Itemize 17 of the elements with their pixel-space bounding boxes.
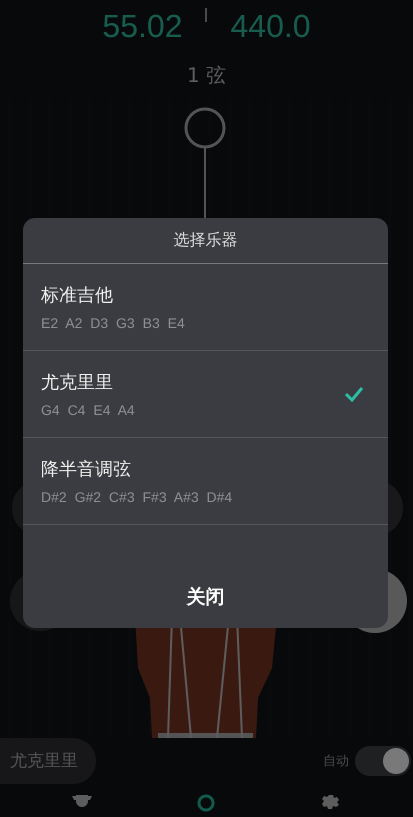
dialog-title: 选择乐器	[174, 230, 238, 251]
instrument-option[interactable]: 标准吉他 E2 A2 D3 G3 B3 E4	[23, 264, 388, 351]
auto-label: 自动	[323, 752, 349, 770]
instrument-name: 标准吉他	[41, 284, 114, 307]
tuning-notes: G4 C4 E4 A4	[41, 402, 135, 418]
auto-toggle[interactable]	[355, 746, 411, 776]
instrument-name: 尤克里里	[41, 371, 114, 394]
instrument-name: 降半音调弦	[41, 458, 132, 481]
string-label: 1 弦	[186, 62, 226, 90]
frequency-reading: 55.02	[102, 8, 182, 46]
peg-indicator-icon	[184, 108, 226, 218]
tuning-notes: D#2 G#2 C#3 F#3 A#3 D#4	[41, 489, 232, 505]
frequency-reading: 440.0	[230, 8, 311, 46]
close-button[interactable]: 关闭	[166, 578, 244, 616]
instrument-option[interactable]: 降半音调弦 D#2 G#2 C#3 F#3 A#3 D#4	[23, 438, 388, 525]
instrument-option[interactable]: 尤克里里 G4 C4 E4 A4	[23, 351, 388, 438]
tuning-notes: E2 A2 D3 G3 B3 E4	[41, 315, 185, 331]
